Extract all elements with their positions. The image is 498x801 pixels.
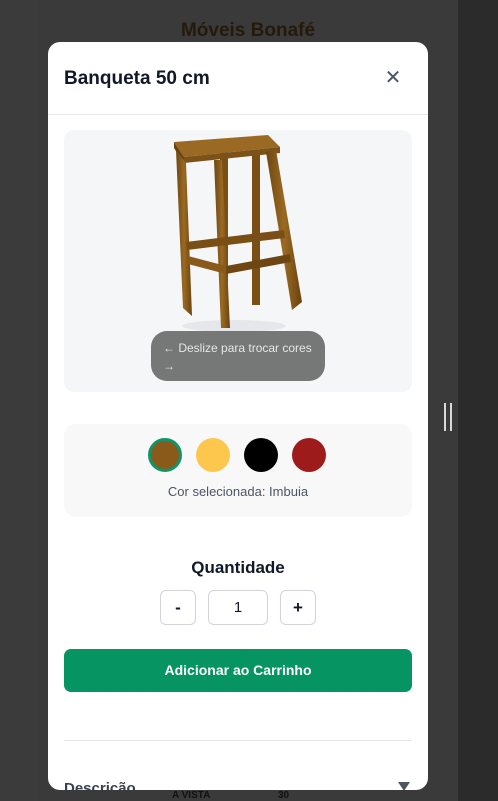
add-to-cart-button[interactable]: Adicionar ao Carrinho — [64, 649, 412, 692]
product-image — [174, 135, 302, 332]
description-label: Descrição — [64, 780, 136, 790]
resize-handle[interactable] — [444, 403, 452, 431]
chevron-down-icon — [398, 782, 410, 790]
background-table-footer: A VISTA 30 — [38, 790, 458, 801]
divider — [64, 740, 412, 741]
color-swatch-preto[interactable] — [244, 438, 278, 472]
quantity-increase-button[interactable]: + — [280, 590, 316, 625]
background-right-panel — [458, 0, 498, 801]
color-selector: Cor selecionada: Imbuia — [64, 424, 412, 517]
selected-color-label: Cor selecionada: Imbuia — [167, 484, 309, 499]
modal-title: Banqueta 50 cm — [64, 68, 210, 89]
background-left-panel — [0, 0, 38, 801]
product-image-card[interactable]: ← Deslize para trocar cores → — [64, 130, 412, 392]
color-swatch-amarelo[interactable] — [196, 438, 230, 472]
color-swatches — [148, 438, 340, 472]
description-toggle[interactable]: Descrição — [64, 780, 412, 790]
modal-header: Banqueta 50 cm ✕ — [48, 42, 428, 115]
swipe-hint: ← Deslize para trocar cores → — [151, 331, 325, 381]
quantity-input[interactable]: 1 — [208, 590, 268, 625]
background-footer-label: A VISTA — [172, 790, 211, 801]
background-footer-value: 30 — [278, 790, 290, 801]
color-swatch-imbuia[interactable] — [148, 438, 182, 472]
quantity-title: Quantidade — [191, 558, 285, 577]
close-icon[interactable]: ✕ — [380, 66, 406, 92]
color-swatch-vermelho[interactable] — [292, 438, 326, 472]
product-modal: Banqueta 50 cm ✕ ← Deslize para trocar c… — [48, 42, 428, 790]
quantity-decrease-button[interactable]: - — [160, 590, 196, 625]
background-brand-title: Móveis Bonafé — [180, 20, 316, 41]
